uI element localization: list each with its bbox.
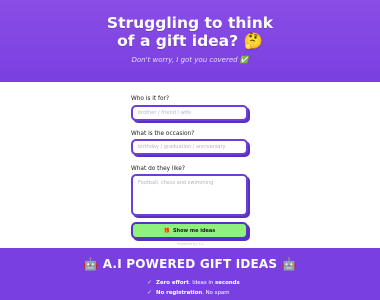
hero-title-line1: Struggling to think — [106, 14, 274, 32]
feature-item: ✓ Zero effort. Ideas in seconds — [147, 279, 240, 286]
show-ideas-label: Show me ideas — [172, 227, 216, 234]
hero-banner: Struggling to think of a gift idea? 🤔 Do… — [0, 0, 380, 82]
features-band: 🤖 A.I POWERED GIFT IDEAS 🤖 ✓ Zero effort… — [0, 248, 380, 300]
hero-title: Struggling to think of a gift idea? 🤔 — [0, 14, 380, 50]
feature-text: No registration. No spam — [156, 289, 230, 296]
hero-subtitle: Don't worry, I got you covered ✅ — [131, 56, 249, 64]
show-ideas-button[interactable]: 🎁 Show me ideas — [131, 222, 248, 239]
check-icon: ✓ — [147, 279, 153, 286]
likes-textarea[interactable] — [131, 174, 248, 216]
hero-title-line2: of a gift idea? 🤔 — [117, 31, 263, 50]
feature-text: Zero effort. Ideas in seconds — [156, 279, 240, 286]
powered-note: Powered by A.I. — [177, 242, 204, 246]
check-icon: ✓ — [147, 289, 153, 296]
features-title: 🤖 A.I POWERED GIFT IDEAS 🤖 — [83, 257, 297, 271]
occasion-input[interactable] — [131, 139, 248, 155]
gift-icon: 🎁 — [163, 227, 170, 234]
feature-item: ✓ No registration. No spam — [147, 289, 229, 296]
who-label: Who is it for? — [131, 96, 170, 102]
occasion-label: What is the occasion? — [131, 131, 195, 137]
who-input[interactable] — [131, 105, 248, 121]
likes-label: What do they like? — [131, 166, 185, 172]
